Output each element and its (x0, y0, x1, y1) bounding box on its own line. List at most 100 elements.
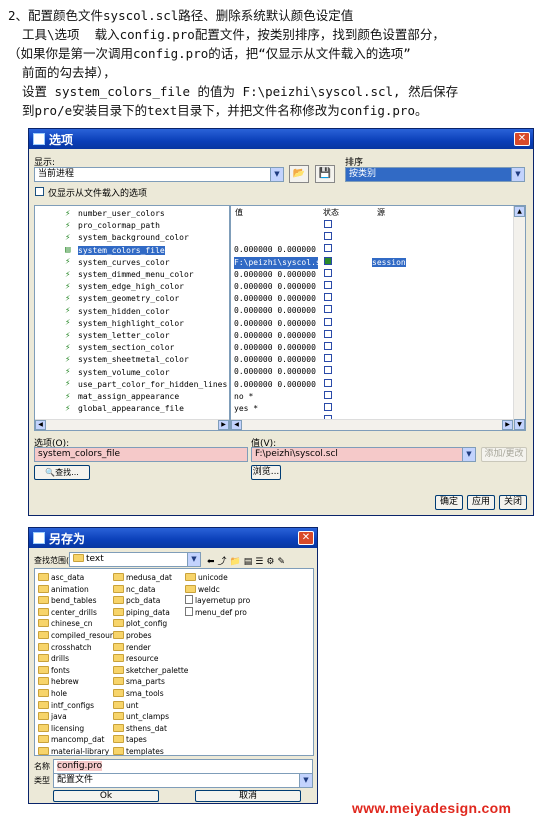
scroll-right-icon[interactable]: ▶ (218, 420, 229, 430)
option-value-row[interactable] (234, 232, 514, 244)
file-item[interactable]: weldc (185, 584, 220, 595)
option-row[interactable]: ⚡ number_user_colors (65, 208, 165, 220)
type-select[interactable]: 配置文件 ▼ (53, 773, 313, 788)
file-item[interactable]: unt (113, 700, 138, 711)
tree-hscroll[interactable]: ◀ ▶ (35, 419, 229, 430)
option-value-row[interactable]: 0.000000 0.000000 (234, 378, 514, 391)
option-row[interactable]: ▤ system_colors_file (65, 245, 165, 257)
option-value-row[interactable]: no * (234, 390, 514, 403)
file-item[interactable]: mancomp_dat (38, 734, 104, 745)
file-item[interactable]: templates (113, 746, 164, 755)
file-item[interactable]: java (38, 711, 67, 722)
option-row[interactable]: ⚡ system_dimmed_menu_color (65, 269, 194, 281)
saveas-ok-button[interactable]: Ok (53, 790, 159, 802)
file-item[interactable]: nc_data (113, 584, 156, 595)
option-row[interactable]: ⚡ use_part_color_for_hidden_lines (65, 379, 227, 391)
open-folder-button[interactable]: 📂 (289, 165, 309, 183)
file-item[interactable]: menu_def pro (185, 606, 247, 618)
file-item[interactable]: animation (38, 584, 89, 595)
options-values-grid[interactable]: 值 状态 源 0.000000 0.000000 F:\peizhi\syscol… (230, 205, 526, 431)
save-config-button[interactable]: 💾 (315, 165, 335, 183)
sort-select[interactable]: 按类别 ▼ (345, 167, 525, 182)
option-row[interactable]: ⚡ system_sheetmetal_color (65, 354, 189, 366)
option-row[interactable]: ⚡ system_volume_color (65, 367, 170, 379)
file-item[interactable]: chinese_cn (38, 618, 92, 629)
file-item[interactable]: fonts (38, 665, 70, 676)
filename-input[interactable]: config.pro (53, 759, 313, 774)
file-item[interactable]: center_drills (38, 607, 97, 618)
file-item[interactable]: layernetup pro (185, 595, 250, 606)
values-hscroll[interactable]: ◀ ▶ (231, 419, 513, 430)
chevron-down-icon[interactable]: ▼ (299, 774, 312, 787)
file-item[interactable]: compiled_resource (38, 630, 122, 641)
scroll-up-icon[interactable]: ▲ (514, 206, 525, 217)
option-value-row[interactable]: 0.000000 0.000000 (234, 268, 514, 281)
file-item[interactable]: drills (38, 653, 69, 664)
lookin-select[interactable]: text ▼ (69, 552, 201, 567)
scroll-left-icon[interactable]: ◀ (231, 420, 242, 430)
option-value-row[interactable]: F:\peizhi\syscol.scl session (234, 256, 514, 269)
file-item[interactable]: material-library (38, 746, 109, 755)
file-item[interactable]: sma_parts (113, 676, 165, 687)
file-item[interactable]: probes (113, 630, 152, 641)
file-item[interactable]: resource (113, 653, 158, 664)
option-row[interactable]: ⚡ pro_colormap_path (65, 220, 160, 232)
option-row[interactable]: ⚡ system_section_color (65, 342, 174, 354)
details-icon[interactable]: ☰ (255, 557, 266, 567)
file-item[interactable]: hole (38, 688, 67, 699)
view-menu-icon[interactable]: ▤ (244, 557, 256, 567)
option-row[interactable]: ⚡ system_letter_color (65, 330, 170, 342)
options-tree[interactable]: ⚡ number_user_colors ⚡ pro_colormap_path ⚡ sy… (34, 205, 230, 431)
file-item[interactable]: render (113, 642, 151, 653)
values-vscroll[interactable]: ▲ ▼ (513, 206, 525, 430)
file-item[interactable]: crosshatch (38, 642, 92, 653)
only-loaded-checkbox[interactable] (35, 187, 44, 196)
tools-icon[interactable]: ⚙ (266, 557, 277, 567)
browse-button[interactable]: 浏览... (251, 465, 281, 480)
option-value-row[interactable]: 0.000000 0.000000 (234, 342, 514, 354)
option-value-row[interactable]: 0.000000 0.000000 (234, 354, 514, 366)
option-value-row[interactable]: 0.000000 0.000000 (234, 366, 514, 378)
option-value-row[interactable]: 0.000000 0.000000 (234, 281, 514, 293)
file-item[interactable]: unicode (185, 572, 228, 583)
file-item[interactable]: piping_data (113, 607, 170, 618)
chevron-down-icon[interactable]: ▼ (511, 168, 524, 181)
chevron-down-icon[interactable]: ▼ (187, 553, 200, 566)
option-value-row[interactable]: 0.000000 0.000000 (234, 317, 514, 330)
file-item[interactable]: hebrew (38, 676, 79, 687)
pin-icon[interactable]: ✎ (277, 557, 288, 567)
apply-button[interactable]: 应用 (467, 495, 495, 510)
file-list[interactable]: asc_data medusa_dat unicode animation nc_dat… (34, 568, 314, 756)
new-folder-icon[interactable]: 📁 (230, 557, 244, 567)
option-value-row[interactable]: 0.000000 0.000000 (234, 244, 514, 256)
file-item[interactable]: plot_config (113, 618, 167, 629)
file-item[interactable]: tapes (113, 734, 147, 745)
option-row[interactable]: ⚡ global_appearance_file (65, 403, 184, 415)
value-input[interactable]: F:\peizhi\syscol.scl ▼ (251, 447, 476, 462)
option-value-row[interactable]: 0.000000 0.000000 (234, 305, 514, 317)
find-button[interactable]: 🔍查找... (34, 465, 90, 480)
file-item[interactable]: unt_clamps (113, 711, 169, 722)
close-icon[interactable]: ✕ (298, 531, 314, 545)
file-item[interactable]: medusa_dat (113, 572, 172, 583)
option-row[interactable]: ⚡ system_hidden_color (65, 306, 170, 318)
option-row[interactable]: ⚡ system_curves_color (65, 257, 170, 269)
option-value-row[interactable]: yes * (234, 403, 514, 415)
chevron-down-icon[interactable]: ▼ (270, 168, 283, 181)
option-row[interactable]: ⚡ system_highlight_color (65, 318, 184, 330)
file-item[interactable]: sketcher_palette (113, 665, 188, 676)
option-value-row[interactable]: 0.000000 0.000000 (234, 293, 514, 305)
file-item[interactable]: sma_tools (113, 688, 164, 699)
option-value-row[interactable]: 0.000000 0.000000 (234, 329, 514, 342)
option-value-row[interactable] (234, 220, 514, 232)
chevron-down-icon[interactable]: ▼ (462, 448, 475, 461)
scroll-left-icon[interactable]: ◀ (35, 420, 46, 430)
file-item[interactable]: asc_data (38, 572, 84, 583)
add-change-button[interactable]: 添加/更改 (481, 447, 527, 462)
file-item[interactable]: pcb_data (113, 595, 160, 606)
scroll-right-icon[interactable]: ▶ (502, 420, 513, 430)
up-folder-icon[interactable]: ⤴ (218, 557, 230, 567)
scroll-down-icon[interactable]: ▼ (514, 419, 525, 430)
file-item[interactable]: sthens_dat (113, 723, 167, 734)
close-icon[interactable]: ✕ (514, 132, 530, 146)
